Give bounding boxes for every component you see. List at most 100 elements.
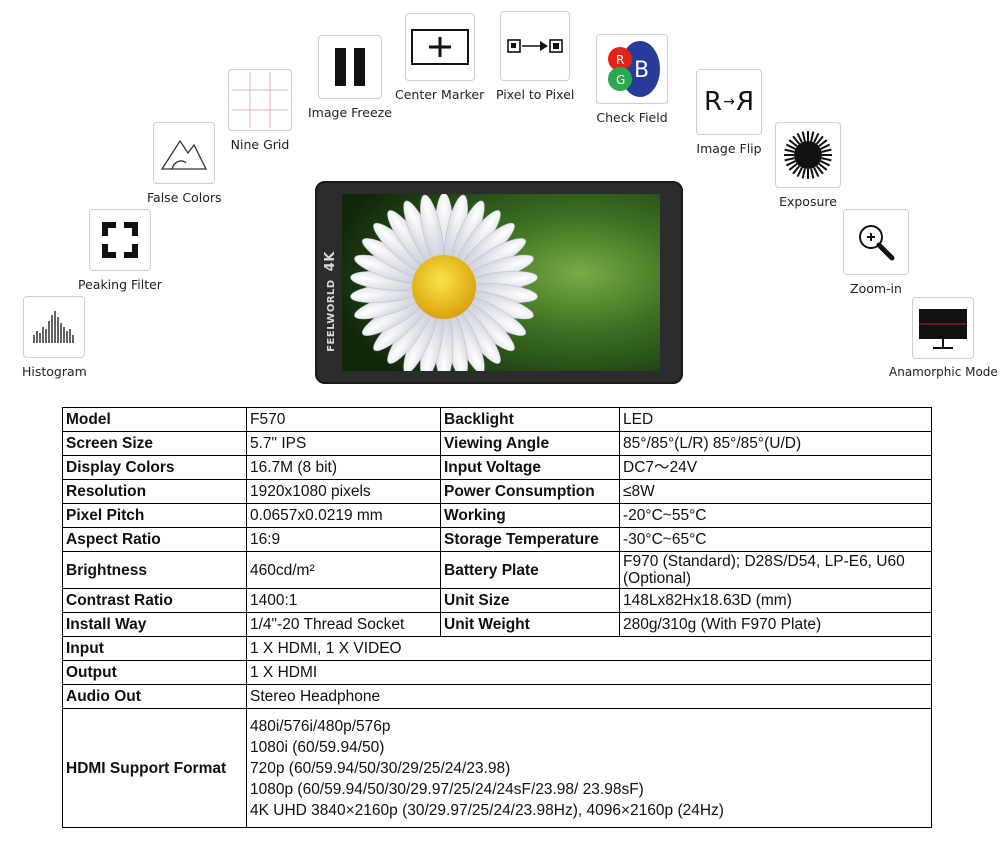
spec-value: ≤8W (619, 479, 932, 504)
spec-key: Backlight (440, 407, 620, 432)
image-flip-icon: R → R (696, 69, 762, 135)
hdmi-format-line: 1080i (60/59.94/50) (250, 738, 385, 756)
brand-text: FEELWORLD (325, 278, 337, 352)
spec-value: 85°/85°(L/R) 85°/85°(U/D) (619, 431, 932, 456)
spec-value: 1/4"-20 Thread Socket (246, 612, 441, 637)
spec-value: F970 (Standard); D28S/D54, LP-E6, U60 (O… (619, 551, 932, 589)
spec-key: Screen Size (62, 431, 247, 456)
spec-value: 1 X HDMI (246, 660, 932, 685)
monitor-screen (342, 194, 660, 371)
feature-label: Check Field (596, 110, 668, 125)
spec-value: -20°C~55°C (619, 503, 932, 528)
spec-key: Aspect Ratio (62, 527, 247, 552)
table-row: Screen Size 5.7" IPS Viewing Angle 85°/8… (62, 431, 932, 456)
spec-key: Output (62, 660, 247, 685)
sun-ray (785, 143, 796, 150)
sun-ray (785, 160, 796, 167)
feature-label: Exposure (779, 194, 837, 209)
feature-image-flip: R → R Image Flip (696, 69, 762, 156)
spec-key: Brightness (62, 551, 247, 589)
spec-key: Pixel Pitch (62, 503, 247, 528)
spec-key: Audio Out (62, 684, 247, 709)
hdmi-format-line: 1080p (60/59.94/50/30/29.97/25/24/24sF/2… (250, 780, 644, 798)
sun-ray (813, 132, 820, 143)
feature-label: Pixel to Pixel (496, 87, 575, 102)
feature-anamorphic-mode: Anamorphic Mode (889, 297, 998, 379)
feature-check-field: R G B Check Field (596, 34, 668, 125)
spec-key: Viewing Angle (440, 431, 620, 456)
sun-ray (820, 143, 831, 150)
table-row: Pixel Pitch 0.0657x0.0219 mm Working -20… (62, 503, 932, 528)
spec-value: 0.0657x0.0219 mm (246, 503, 441, 528)
spec-key: Unit Weight (440, 612, 620, 637)
exposure-icon (775, 122, 841, 188)
table-row: Output 1 X HDMI (62, 660, 932, 685)
hdmi-format-line: 4K UHD 3840×2160p (30/29.97/25/24/23.98H… (250, 801, 724, 819)
spec-value: LED (619, 407, 932, 432)
spec-value: 16.7M (8 bit) (246, 455, 441, 480)
table-row: HDMI Support Format 480i/576i/480p/576p … (62, 708, 932, 828)
zoom-in-icon (843, 209, 909, 275)
daisy-image (342, 194, 660, 371)
feature-zoom-in: Zoom-in (843, 209, 909, 296)
spec-key: Input (62, 636, 247, 661)
feature-label: Anamorphic Mode (889, 365, 998, 379)
feature-pixel-to-pixel: Pixel to Pixel (496, 11, 574, 102)
spec-value: DC7～24V (619, 455, 932, 480)
table-row: Input 1 X HDMI, 1 X VIDEO (62, 636, 932, 661)
feature-label: False Colors (147, 190, 222, 205)
feature-nine-grid: Nine Grid (228, 69, 292, 152)
feature-label: Image Freeze (308, 105, 392, 120)
sun-ray (810, 168, 815, 179)
spec-key: Storage Temperature (440, 527, 620, 552)
spec-key: Power Consumption (440, 479, 620, 504)
sun-ray (810, 131, 815, 142)
table-row: Brightness 460cd/m² Battery Plate F970 (… (62, 551, 932, 589)
hdmi-format-line: 720p (60/59.94/50/30/29/25/24/23.98) (250, 759, 511, 777)
monitor-device: FEELWORLD 4K (315, 181, 683, 384)
spec-value: Stereo Headphone (246, 684, 932, 709)
feature-label: Histogram (22, 364, 87, 379)
pause-icon (317, 35, 382, 99)
feature-false-colors: False Colors (147, 122, 222, 205)
spec-key: Install Way (62, 612, 247, 637)
spec-value: 1920x1080 pixels (246, 479, 441, 504)
spec-key: Working (440, 503, 620, 528)
table-row: Contrast Ratio 1400:1 Unit Size 148Lx82H… (62, 588, 932, 613)
feature-exposure: Exposure (775, 122, 841, 209)
sun-ray (820, 160, 831, 167)
flip-right-letter: R (735, 87, 754, 117)
spec-table: Model F570 Backlight LED Screen Size 5.7… (62, 407, 932, 828)
spec-key: HDMI Support Format (62, 708, 247, 828)
feature-image-freeze: Image Freeze (308, 35, 392, 120)
center-marker-icon (404, 13, 475, 81)
spec-value: 148Lx82Hx18.63D (mm) (619, 588, 932, 613)
feature-label: Peaking Filter (78, 277, 162, 292)
feature-label: Zoom-in (850, 281, 902, 296)
feature-center-marker: Center Marker (395, 13, 484, 102)
spec-value: 16:9 (246, 527, 441, 552)
hdmi-format-line: 480i/576i/480p/576p (250, 717, 391, 735)
sun-ray (784, 157, 795, 162)
spec-key: Battery Plate (440, 551, 620, 589)
flip-left-letter: R (704, 87, 723, 117)
hdmi-format-list: 480i/576i/480p/576p 1080i (60/59.94/50) … (246, 708, 932, 828)
peaking-filter-icon (88, 209, 151, 271)
spec-value: 5.7" IPS (246, 431, 441, 456)
sun-ray (821, 157, 832, 162)
badge-4k: 4K (322, 250, 338, 271)
spec-value: 280g/310g (With F970 Plate) (619, 612, 932, 637)
sun-ray (801, 168, 806, 179)
table-row: Audio Out Stereo Headphone (62, 684, 932, 709)
spec-key: Resolution (62, 479, 247, 504)
spec-value: -30°C~65°C (619, 527, 932, 552)
sun-ray (796, 167, 803, 178)
spec-value: 460cd/m² (246, 551, 441, 589)
spec-value: 1 X HDMI, 1 X VIDEO (246, 636, 932, 661)
spec-key: Display Colors (62, 455, 247, 480)
rgb-check-field-icon: R G B (596, 34, 668, 104)
sun-ray (784, 148, 795, 153)
sun-ray (821, 148, 832, 153)
check-g-text: G (616, 73, 625, 87)
feature-label: Image Flip (696, 141, 762, 156)
